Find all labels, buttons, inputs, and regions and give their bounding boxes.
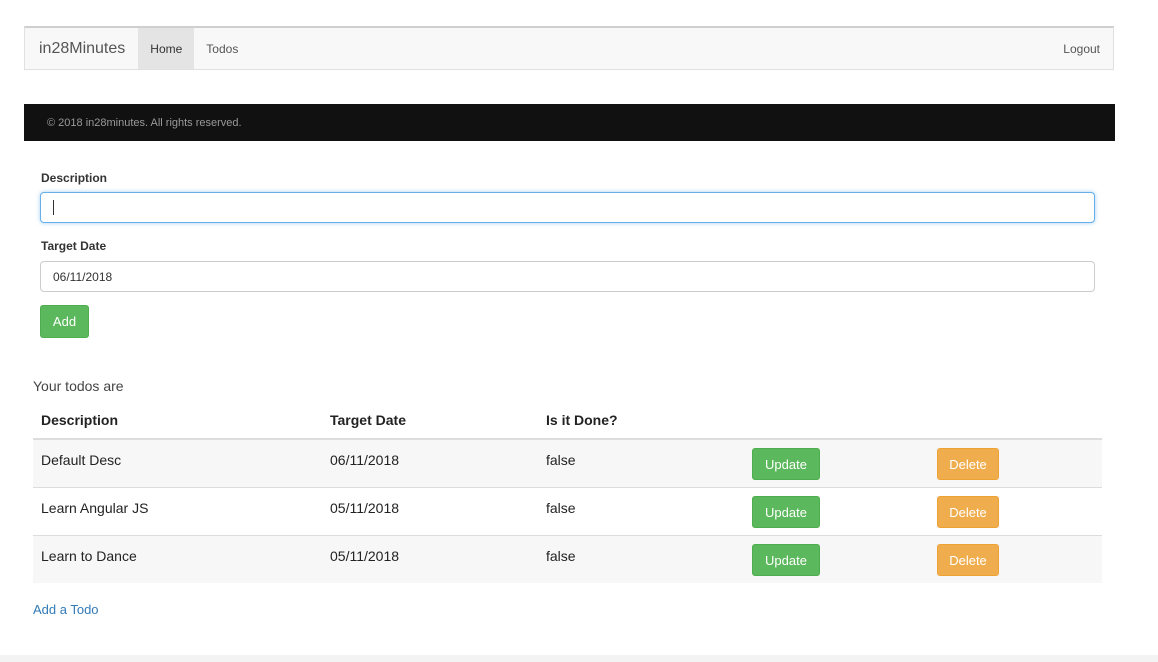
add-button[interactable]: Add	[40, 305, 89, 338]
delete-button[interactable]: Delete	[937, 496, 999, 528]
todo-target-date: 06/11/2018	[330, 452, 400, 468]
target-date-label: Target Date	[41, 239, 107, 253]
footer-copyright: © 2018 in28minutes. All rights reserved.	[47, 116, 242, 129]
todo-description: Learn Angular JS	[41, 500, 149, 516]
delete-button[interactable]: Delete	[937, 544, 999, 576]
todo-target-date: 05/11/2018	[330, 548, 400, 564]
table-row: Default Desc 06/11/2018 false Update Del…	[33, 440, 1102, 488]
add-todo-link[interactable]: Add a Todo	[33, 602, 99, 617]
update-button[interactable]: Update	[752, 544, 820, 576]
nav-item-home[interactable]: Home	[138, 28, 195, 69]
todos-table: Description Target Date Is it Done? Defa…	[33, 404, 1102, 583]
text-cursor	[53, 200, 54, 215]
todo-done-status: false	[546, 452, 576, 468]
footer-bar: © 2018 in28minutes. All rights reserved.	[24, 104, 1115, 141]
update-button[interactable]: Update	[752, 496, 820, 528]
nav-item-todos[interactable]: Todos	[194, 28, 250, 69]
todos-caption: Your todos are	[33, 378, 124, 394]
navbar-spacer	[250, 28, 1051, 69]
bottom-strip	[0, 655, 1158, 662]
todo-done-status: false	[546, 500, 576, 516]
table-row: Learn to Dance 05/11/2018 false Update D…	[33, 536, 1102, 583]
table-header: Description Target Date Is it Done?	[33, 404, 1102, 440]
update-button[interactable]: Update	[752, 448, 820, 480]
delete-button[interactable]: Delete	[937, 448, 999, 480]
navbar-brand[interactable]: in28Minutes	[25, 28, 138, 69]
column-header-target-date: Target Date	[330, 412, 406, 428]
todo-description: Default Desc	[41, 452, 122, 468]
column-header-is-done: Is it Done?	[546, 412, 618, 428]
todo-description: Learn to Dance	[41, 548, 137, 564]
page: in28Minutes Home Todos Logout © 2018 in2…	[0, 0, 1158, 662]
table-row: Learn Angular JS 05/11/2018 false Update…	[33, 488, 1102, 536]
description-input[interactable]	[40, 192, 1095, 223]
todo-done-status: false	[546, 548, 576, 564]
todo-target-date: 05/11/2018	[330, 500, 400, 516]
logout-link[interactable]: Logout	[1051, 28, 1113, 69]
target-date-input[interactable]	[40, 261, 1095, 292]
column-header-description: Description	[41, 412, 119, 428]
description-label: Description	[41, 171, 108, 185]
navbar: in28Minutes Home Todos Logout	[24, 26, 1114, 70]
